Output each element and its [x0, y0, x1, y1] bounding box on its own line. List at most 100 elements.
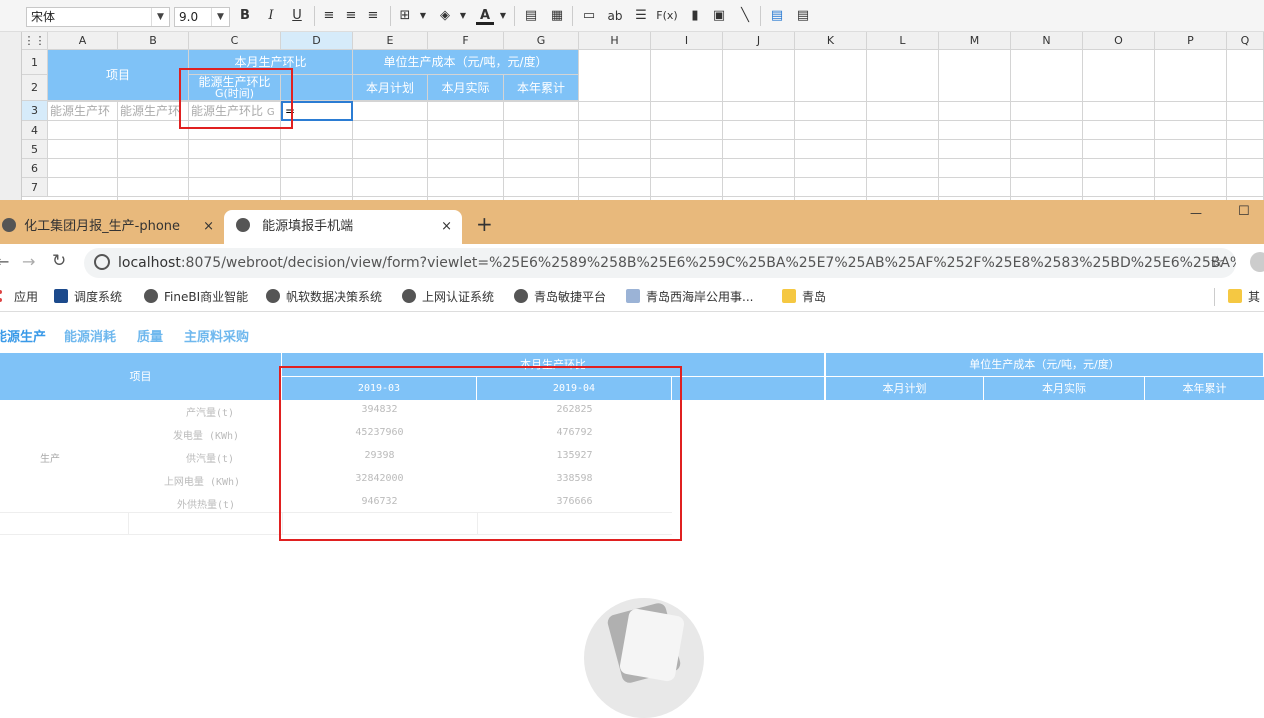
browser-tab-active[interactable]: 能源填报手机端 ×: [224, 210, 462, 244]
grid-column-j[interactable]: [723, 50, 795, 200]
paragraph-icon[interactable]: ☰: [632, 7, 650, 25]
column-header[interactable]: E: [353, 32, 428, 50]
bold-button[interactable]: B: [236, 7, 254, 25]
grid-column-d[interactable]: [281, 121, 353, 200]
bookmark-item[interactable]: 调度系统: [54, 287, 122, 307]
row-header[interactable]: 1: [22, 50, 48, 75]
minimize-button[interactable]: —: [1190, 206, 1202, 220]
maximize-button[interactable]: ☐: [1238, 204, 1250, 219]
column-header[interactable]: O: [1083, 32, 1155, 50]
column-header[interactable]: M: [939, 32, 1011, 50]
column-header[interactable]: F: [428, 32, 504, 50]
star-icon[interactable]: ☆: [1210, 252, 1224, 271]
grid-column-c[interactable]: [189, 121, 281, 200]
merge-cell-icon[interactable]: ▤: [522, 7, 540, 25]
slash-icon[interactable]: ╲: [736, 7, 754, 25]
forward-icon[interactable]: →: [22, 252, 35, 271]
column-header[interactable]: P: [1155, 32, 1227, 50]
bookmark-item[interactable]: 青岛西海岸公用事...: [626, 287, 753, 307]
bookmark-item[interactable]: 上网认证系统: [402, 287, 494, 307]
bookmark-item[interactable]: 帆软数据决策系统: [266, 287, 382, 307]
grid-column-p[interactable]: [1155, 50, 1227, 200]
chevron-down-icon[interactable]: ▼: [494, 7, 512, 25]
bookmark-item[interactable]: 青岛敏捷平台: [514, 287, 606, 307]
column-header[interactable]: B: [118, 32, 189, 50]
list-icon[interactable]: ▤: [794, 7, 812, 25]
column-header[interactable]: H: [579, 32, 651, 50]
chart-icon[interactable]: ▮: [686, 7, 704, 25]
column-header[interactable]: G: [504, 32, 579, 50]
nav-tab-energy-production[interactable]: 能源生产: [0, 326, 46, 345]
column-header[interactable]: N: [1011, 32, 1083, 50]
grid-column-i[interactable]: [651, 50, 723, 200]
sheet-header-unit-cost[interactable]: 单位生产成本（元/吨，元/度）: [353, 50, 579, 75]
fill-color-icon[interactable]: ◈: [436, 7, 454, 25]
align-right-icon[interactable]: ≡: [364, 7, 382, 25]
back-icon[interactable]: ←: [0, 252, 9, 271]
chevron-down-icon[interactable]: ▼: [414, 7, 432, 25]
url-input[interactable]: localhost:8075/webroot/decision/view/for…: [84, 248, 1236, 278]
grid-column-q[interactable]: [1227, 50, 1264, 200]
column-header[interactable]: Q: [1227, 32, 1264, 50]
font-family-select[interactable]: 宋体 ▼: [26, 7, 170, 27]
column-header[interactable]: J: [723, 32, 795, 50]
grid-column-n[interactable]: [1011, 50, 1083, 200]
column-header[interactable]: D: [281, 32, 353, 50]
sub-report-icon[interactable]: ▤: [768, 7, 786, 25]
image-icon[interactable]: ▣: [710, 7, 728, 25]
grid-column-a[interactable]: [48, 121, 118, 200]
align-left-icon[interactable]: ≡: [320, 7, 338, 25]
sheet-header-plan[interactable]: 本月计划: [353, 75, 428, 101]
border-icon[interactable]: ⊞: [396, 7, 414, 25]
grid-column-g[interactable]: [504, 101, 579, 200]
grid-column-o[interactable]: [1083, 50, 1155, 200]
row-header[interactable]: 4: [22, 121, 48, 140]
row-header[interactable]: 3: [22, 101, 48, 121]
grid-column-l[interactable]: [867, 50, 939, 200]
grid-column-b[interactable]: [118, 121, 189, 200]
nav-tab-raw-material[interactable]: 主原料采购: [184, 326, 249, 345]
sheet-header-actual[interactable]: 本月实际: [428, 75, 504, 101]
cell-a3[interactable]: 能源生产环: [48, 101, 118, 121]
grid-column-f[interactable]: [428, 101, 504, 200]
chevron-down-icon[interactable]: ▼: [454, 7, 472, 25]
bookmark-folder[interactable]: 青岛: [782, 287, 826, 307]
avatar[interactable]: [1250, 252, 1264, 272]
underline-button[interactable]: U: [288, 7, 306, 25]
grid-column-m[interactable]: [939, 50, 1011, 200]
row-header[interactable]: 6: [22, 159, 48, 178]
column-header[interactable]: L: [867, 32, 939, 50]
reload-icon[interactable]: ↻: [52, 251, 66, 271]
column-header[interactable]: C: [189, 32, 281, 50]
row-header[interactable]: 2: [22, 75, 48, 101]
sheet-corner[interactable]: ⋮⋮: [22, 32, 48, 50]
sheet-header-ytd[interactable]: 本年累计: [504, 75, 579, 101]
align-center-icon[interactable]: ≡: [342, 7, 360, 25]
row-header[interactable]: 5: [22, 140, 48, 159]
browser-tab[interactable]: 化工集团月报_生产-phone ×: [0, 210, 222, 244]
text-button[interactable]: ab: [604, 7, 626, 25]
column-header[interactable]: I: [651, 32, 723, 50]
new-tab-button[interactable]: +: [476, 212, 493, 236]
font-color-button[interactable]: A: [476, 7, 494, 25]
split-cell-icon[interactable]: ▦: [548, 7, 566, 25]
formula-button[interactable]: F(x): [654, 7, 680, 25]
nav-tab-quality[interactable]: 质量: [137, 326, 163, 345]
sheet-header-item[interactable]: 项目: [48, 50, 189, 101]
nav-tab-energy-consumption[interactable]: 能源消耗: [64, 326, 116, 345]
italic-button[interactable]: I: [262, 7, 280, 25]
column-header[interactable]: K: [795, 32, 867, 50]
grid-column-k[interactable]: [795, 50, 867, 200]
grid-column-h[interactable]: [579, 50, 651, 200]
grid-column-e[interactable]: [353, 101, 428, 200]
font-size-select[interactable]: 9.0 ▼: [174, 7, 230, 27]
close-icon[interactable]: ×: [441, 210, 452, 244]
bookmark-folder[interactable]: 其: [1228, 287, 1260, 307]
text-field-icon[interactable]: ▭: [580, 7, 598, 25]
row-header[interactable]: 7: [22, 178, 48, 197]
column-header[interactable]: A: [48, 32, 118, 50]
close-icon[interactable]: ×: [203, 210, 214, 244]
bookmark-apps[interactable]: 应用: [0, 287, 38, 307]
bookmark-item[interactable]: FineBI商业智能: [144, 287, 248, 307]
info-icon[interactable]: [94, 254, 110, 270]
